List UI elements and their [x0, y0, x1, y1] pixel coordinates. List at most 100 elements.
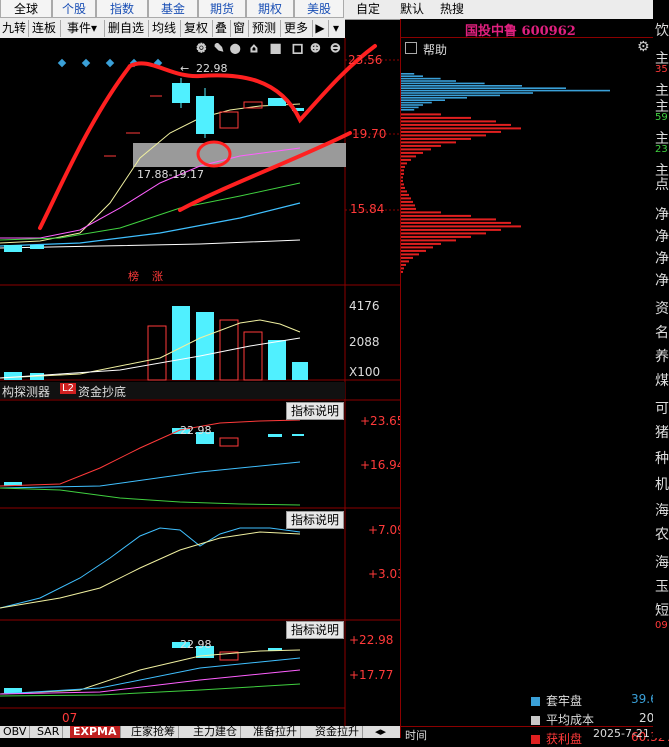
- sector-strip-item[interactable]: 饮: [655, 20, 669, 40]
- sector-strip-item[interactable]: 猪: [655, 422, 669, 442]
- indicator-tab-bar: OBV SAR EXPMA 庄家抢筹 主力建仓 准备拉升 资金拉升 ◂▸: [0, 726, 400, 738]
- zoom-in-icon[interactable]: ⊕: [310, 41, 322, 57]
- tool-nine-turn[interactable]: 九转: [0, 20, 29, 37]
- sector-strip-item[interactable]: 净: [655, 248, 669, 268]
- sector-strip-item[interactable]: 净: [655, 226, 669, 246]
- chip-bar-profit: [401, 218, 496, 221]
- volume-axis-label: 4176: [349, 299, 380, 313]
- chip-bar-trapped: [401, 82, 485, 85]
- sector-strip-item[interactable]: 养: [655, 346, 669, 366]
- sector-strip-item[interactable]: 09: [655, 620, 668, 631]
- tab-options[interactable]: 期权: [246, 0, 294, 18]
- badge-rise[interactable]: 涨: [152, 270, 163, 283]
- sector-strip-item[interactable]: 种: [655, 448, 669, 468]
- chart-icon-row: ⚙ ✎ ◉ ⌂ ▦ □ ⊕ ⊖: [196, 41, 342, 57]
- chip-distribution-pane: 国投中鲁 600962 帮助 ⚙ 套牢盘 39.68% 平均成本 20.16 获…: [400, 19, 669, 746]
- chip-bar-profit: [401, 116, 471, 119]
- sector-strip-item[interactable]: 玉: [655, 576, 669, 596]
- panel-tab-detector[interactable]: 构探测器: [2, 383, 50, 400]
- btab-obv[interactable]: OBV: [0, 726, 31, 738]
- sector-strip-item[interactable]: 35: [655, 64, 668, 75]
- pen-icon[interactable]: ✎: [214, 41, 225, 56]
- sector-strip-item[interactable]: 净: [655, 270, 669, 290]
- chip-bar-profit: [401, 190, 407, 193]
- tab-default[interactable]: 默认: [394, 0, 430, 18]
- gear-icon[interactable]: ⚙: [196, 41, 208, 56]
- gear-icon[interactable]: ⚙: [637, 39, 650, 55]
- zoom-out-icon[interactable]: ⊖: [330, 41, 342, 57]
- chip-chart-svg: [401, 73, 610, 273]
- sector-strip-item[interactable]: 23: [655, 144, 668, 155]
- tool-window[interactable]: 窗: [230, 20, 249, 37]
- chip-bar-profit: [401, 172, 404, 175]
- chip-bar-profit: [401, 193, 409, 196]
- tab-us-stock[interactable]: 美股: [294, 0, 344, 18]
- btab-bank-grab[interactable]: 庄家抢筹: [128, 726, 179, 738]
- chip-bar-trapped: [401, 89, 610, 92]
- box-icon[interactable]: □: [292, 41, 304, 56]
- chip-bar-profit: [401, 260, 409, 263]
- btab-main-build[interactable]: 主力建仓: [190, 726, 241, 738]
- sector-strip-item[interactable]: 资: [655, 298, 669, 318]
- chip-bar-profit: [401, 127, 521, 130]
- badge-rank[interactable]: 榜: [128, 269, 139, 283]
- indicator-explain-button[interactable]: 指标说明: [286, 621, 345, 639]
- sector-strip-item[interactable]: 59: [655, 112, 668, 123]
- btab-sar[interactable]: SAR: [34, 726, 64, 738]
- sector-strip-item[interactable]: 短: [655, 600, 669, 620]
- sector-strip-item[interactable]: 可: [655, 398, 669, 418]
- sector-strip-item[interactable]: 机: [655, 474, 669, 494]
- sector-strip-item[interactable]: 农: [655, 524, 669, 544]
- tab-futures[interactable]: 期货: [198, 0, 246, 18]
- help-label[interactable]: 帮助: [423, 41, 447, 58]
- tab-global[interactable]: 全球: [0, 0, 52, 18]
- chip-bar-profit: [401, 162, 407, 165]
- chip-bar-profit: [401, 253, 419, 256]
- chip-bar-profit: [401, 123, 511, 126]
- tool-forecast[interactable]: 预测: [248, 20, 281, 37]
- diamond-marker: [57, 58, 67, 68]
- legend-swatch: [531, 716, 540, 725]
- lock-icon[interactable]: ⌂: [250, 41, 259, 56]
- chip-bar-trapped: [401, 80, 456, 82]
- volume-bar: [243, 331, 263, 381]
- chip-bar-profit: [401, 225, 521, 228]
- tool-events[interactable]: 事件▾: [60, 20, 105, 37]
- sector-strip-item[interactable]: 海: [655, 500, 669, 520]
- tool-limit-up[interactable]: 连板: [28, 20, 61, 37]
- chip-bar-profit: [401, 113, 441, 116]
- tool-overlay[interactable]: 叠: [212, 20, 231, 37]
- tool-adjust[interactable]: 复权: [180, 20, 213, 37]
- sector-strip-item[interactable]: 净: [655, 204, 669, 224]
- panel-tab-fund-bottom[interactable]: 资金抄底: [78, 383, 126, 400]
- tab-index[interactable]: 指数: [96, 0, 148, 18]
- tab-hot-search[interactable]: 热搜: [434, 0, 470, 18]
- checkbox-icon[interactable]: [405, 42, 417, 54]
- tab-stock[interactable]: 个股: [52, 0, 96, 18]
- sector-strip-item[interactable]: 海: [655, 552, 669, 572]
- chip-bar-profit: [401, 144, 441, 147]
- indicator-explain-button[interactable]: 指标说明: [286, 402, 345, 420]
- btab-fund-rise[interactable]: 资金拉升: [312, 726, 363, 738]
- chip-bar-profit: [401, 270, 403, 273]
- scroll-arrows-icon[interactable]: ◂▸: [372, 726, 389, 738]
- btab-expma[interactable]: EXPMA: [70, 726, 121, 738]
- tab-fund[interactable]: 基金: [148, 0, 198, 18]
- btab-prepare-rise[interactable]: 准备拉升: [250, 726, 301, 738]
- tool-moving-average[interactable]: 均线: [148, 20, 181, 37]
- tool-remove-watchlist[interactable]: 删自选: [104, 20, 149, 37]
- tool-more[interactable]: 更多: [280, 20, 313, 37]
- sector-strip-item[interactable]: 名: [655, 322, 669, 342]
- candle: [4, 688, 22, 693]
- tab-custom[interactable]: 自定: [350, 0, 386, 18]
- eye-icon[interactable]: ◉: [230, 41, 241, 56]
- sector-strip-item[interactable]: 煤: [655, 370, 669, 390]
- grid-icon[interactable]: ▦: [270, 41, 282, 56]
- chevron-down-icon[interactable]: ▾: [328, 20, 344, 37]
- candle: [219, 437, 239, 447]
- chip-bar-profit: [401, 263, 406, 266]
- diamond-marker: [105, 58, 115, 68]
- indicator-explain-button[interactable]: 指标说明: [286, 511, 345, 529]
- sector-strip-item[interactable]: 点: [655, 174, 669, 194]
- play-icon[interactable]: ▶: [312, 20, 329, 37]
